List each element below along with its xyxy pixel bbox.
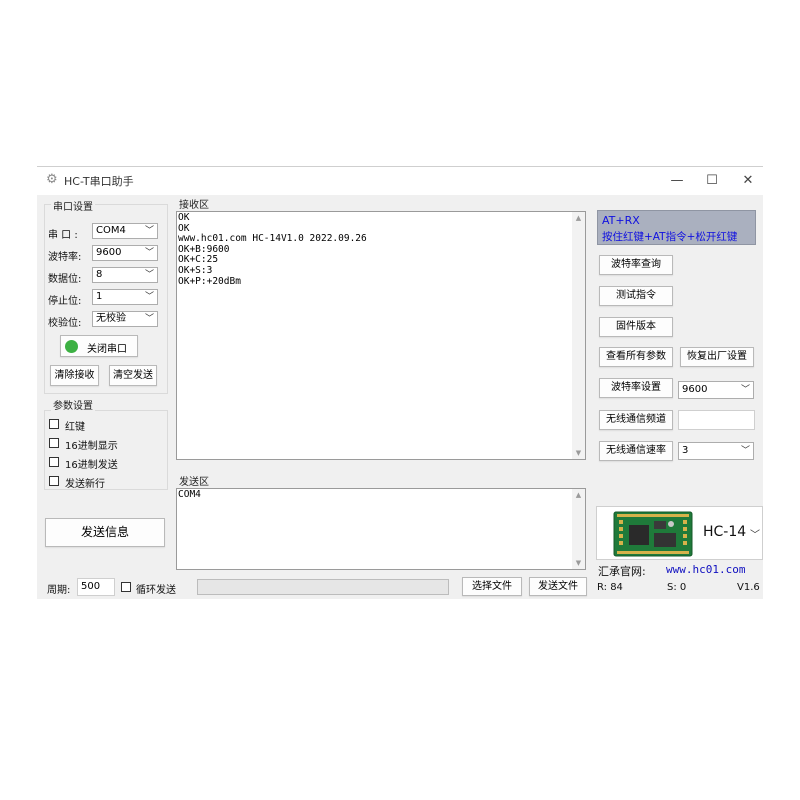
scroll-down-icon[interactable]: ▼ [572,449,585,457]
app-window: ⚙ HC-T串口助手 — ☐ ✕ 串口设置 串 口 : COM4 ﹀ 波特率: … [37,166,763,599]
scroll-up-icon[interactable]: ▲ [572,491,585,499]
view-all-params-button[interactable]: 查看所有参数 [599,347,673,367]
clear-receive-button[interactable]: 清除接收 [50,365,99,386]
at-line-1: AT+RX [602,214,640,227]
checkbox-box [49,457,59,467]
wireless-rate-button[interactable]: 无线通信速率 [599,441,673,461]
module-pcb-icon [613,511,693,557]
serial-settings-label: 串口设置 [51,198,95,213]
title-bar: ⚙ HC-T串口助手 — ☐ ✕ [37,167,763,195]
at-instruction-box: AT+RX 按住红键+AT指令+松开红键 [597,210,756,245]
port-value: COM4 [96,225,126,236]
chevron-down-icon: ﹀ [750,530,760,541]
checkbox-box [49,476,59,486]
chevron-down-icon: ﹀ [144,314,154,324]
wireless-channel-input[interactable] [678,410,755,430]
query-baud-button[interactable]: 波特率查询 [599,255,673,275]
module-name: HC-14 [703,524,747,540]
website-label: 汇承官网: [598,565,646,578]
rx-count: R: 84 [597,582,623,593]
port-select[interactable]: COM4 ﹀ [92,223,158,239]
param-settings-label: 参数设置 [51,397,95,412]
parity-label: 校验位: [48,318,82,329]
stopbits-value: 1 [96,291,103,302]
test-command-button[interactable]: 测试指令 [599,286,673,306]
chevron-down-icon: ﹀ [740,446,750,456]
send-area-label: 发送区 [177,473,211,488]
version-label: V1.6 [737,582,760,593]
baud-select[interactable]: 9600 ﹀ [92,245,158,261]
receive-area-label: 接收区 [177,196,211,211]
receive-textarea[interactable]: OK OK www.hc01.com HC-14V1.0 2022.09.26 … [176,211,586,460]
at-line-2: 按住红键+AT指令+松开红键 [602,231,738,243]
chevron-down-icon: ﹀ [144,248,154,258]
checkbox-box [121,582,131,592]
scroll-up-icon[interactable]: ▲ [572,214,585,222]
set-baud-value: 9600 [682,384,708,395]
tx-count: S: 0 [667,582,687,593]
firmware-version-button[interactable]: 固件版本 [599,317,673,337]
hex-display-label: 16进制显示 [65,441,118,452]
close-port-label: 关闭串口 [87,344,127,355]
wireless-channel-button[interactable]: 无线通信频道 [599,410,673,430]
send-info-button[interactable]: 发送信息 [45,518,165,547]
period-input[interactable]: 500 [77,578,115,596]
close-button[interactable]: ✕ [737,171,759,191]
stopbits-select[interactable]: 1 ﹀ [92,289,158,305]
baud-label: 波特率: [48,252,82,263]
parity-select[interactable]: 无校验 ﹀ [92,311,158,327]
checkbox-box [49,438,59,448]
red-key-label: 红键 [65,422,85,433]
port-label: 串 口 : [48,230,78,241]
wireless-rate-select[interactable]: 3 ﹀ [678,442,754,460]
website-link[interactable]: www.hc01.com [666,563,745,576]
wireless-rate-value: 3 [682,445,689,456]
clear-send-button[interactable]: 清空发送 [109,365,157,386]
databits-value: 8 [96,269,103,280]
minimize-button[interactable]: — [666,171,688,191]
send-textarea[interactable]: COM4 [176,488,586,570]
send-scrollbar[interactable]: ▲ ▼ [572,489,585,569]
scroll-down-icon[interactable]: ▼ [572,559,585,567]
choose-file-button[interactable]: 选择文件 [462,577,522,596]
checkbox-box [49,419,59,429]
stopbits-label: 停止位: [48,296,82,307]
chevron-down-icon: ﹀ [740,385,750,395]
chevron-down-icon: ﹀ [144,270,154,280]
gear-icon: ⚙ [46,172,58,187]
baud-value: 9600 [96,247,122,258]
close-port-button[interactable]: 关闭串口 [60,335,138,357]
chevron-down-icon: ﹀ [144,292,154,302]
module-select[interactable]: HC-14 ﹀ [596,506,763,560]
parity-value: 无校验 [96,313,126,324]
chevron-down-icon: ﹀ [144,226,154,236]
hex-send-label: 16进制发送 [65,460,118,471]
file-path-field[interactable] [197,579,449,595]
databits-label: 数据位: [48,274,82,285]
send-newline-label: 发送新行 [65,479,105,490]
loop-send-label: 循环发送 [136,585,176,596]
receive-scrollbar[interactable]: ▲ ▼ [572,212,585,459]
window-title: HC-T串口助手 [64,175,134,188]
factory-reset-button[interactable]: 恢复出厂设置 [680,347,754,367]
period-label: 周期: [47,585,71,596]
send-file-button[interactable]: 发送文件 [529,577,587,596]
port-status-indicator-icon [65,340,78,353]
set-baud-select[interactable]: 9600 ﹀ [678,381,754,399]
maximize-button[interactable]: ☐ [701,171,723,191]
set-baud-button[interactable]: 波特率设置 [599,378,673,398]
databits-select[interactable]: 8 ﹀ [92,267,158,283]
